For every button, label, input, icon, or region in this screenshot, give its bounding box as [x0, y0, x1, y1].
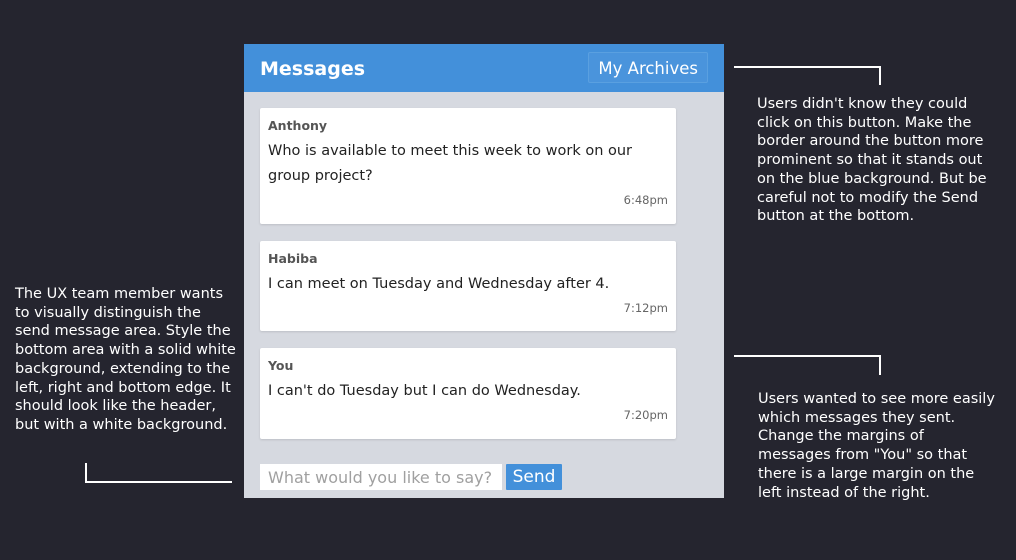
page-title: Messages	[260, 58, 366, 80]
send-button[interactable]: Send	[506, 464, 562, 490]
connector-line-top-v	[879, 66, 881, 85]
message-card: Habiba I can meet on Tuesday and Wednesd…	[260, 241, 676, 331]
connector-line-left-h	[85, 481, 232, 483]
message-time: 7:12pm	[623, 301, 668, 315]
message-input[interactable]	[260, 464, 502, 490]
message-card: You I can't do Tuesday but I can do Wedn…	[260, 348, 676, 439]
messages-app: Messages My Archives Anthony Who is avai…	[244, 44, 724, 498]
annotation-note-left: The UX team member wants to visually dis…	[15, 286, 236, 433]
message-text: I can't do Tuesday but I can do Wednesda…	[268, 383, 581, 399]
annotation-note-bottom-right: Users wanted to see more easily which me…	[758, 391, 995, 501]
connector-line-top-h	[734, 66, 881, 68]
connector-line-left-v	[85, 463, 87, 483]
message-card: Anthony Who is available to meet this we…	[260, 108, 676, 224]
app-header: Messages My Archives	[244, 44, 724, 92]
message-text: Who is available to meet this week to wo…	[268, 143, 633, 184]
message-sender: Habiba	[268, 251, 318, 266]
my-archives-button[interactable]: My Archives	[588, 52, 708, 83]
connector-line-mid-h	[734, 355, 881, 357]
message-sender: Anthony	[268, 118, 328, 133]
annotation-note-top-right: Users didn't know they could click on th…	[757, 96, 987, 225]
message-text: I can meet on Tuesday and Wednesday afte…	[268, 276, 610, 292]
message-time: 6:48pm	[623, 193, 668, 207]
message-time: 7:20pm	[623, 408, 668, 422]
connector-line-mid-v	[879, 355, 881, 375]
message-sender: You	[268, 358, 294, 373]
